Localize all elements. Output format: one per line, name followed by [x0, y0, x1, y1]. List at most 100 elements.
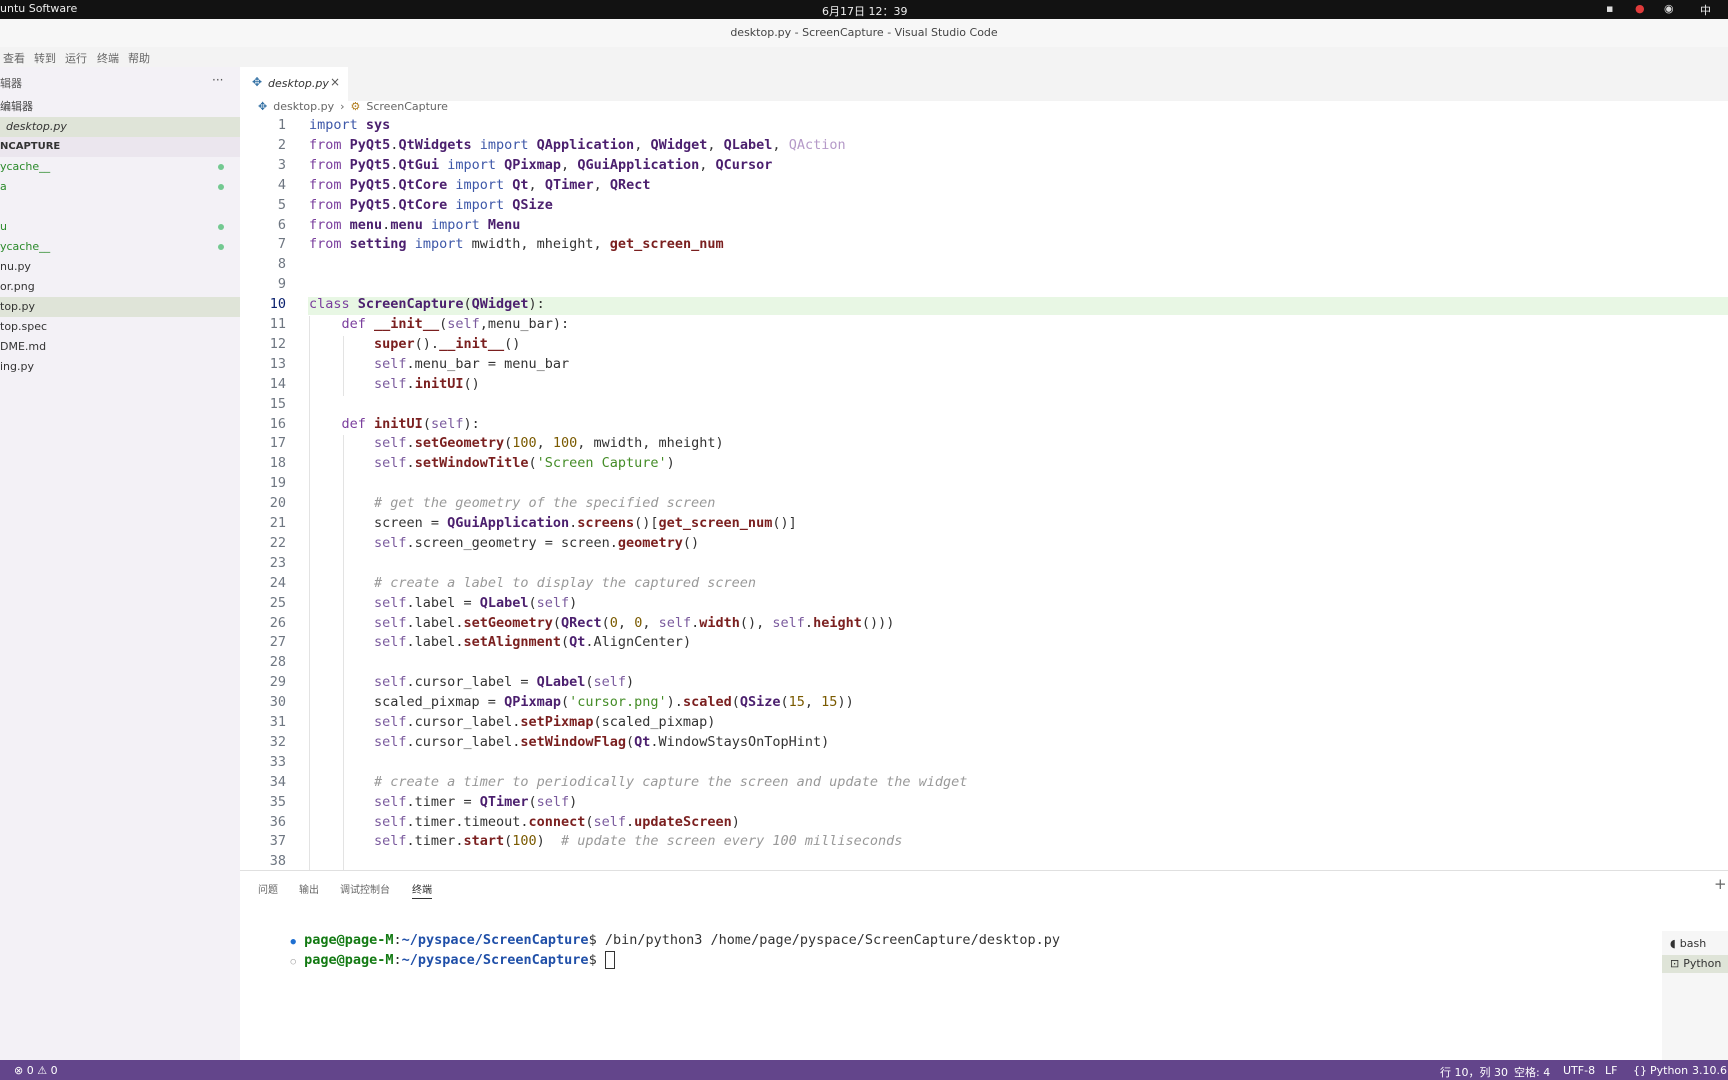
python-version[interactable]: 3.10.6	[1692, 1064, 1727, 1077]
line-number[interactable]: 16	[240, 416, 286, 432]
line-number[interactable]: 20	[240, 495, 286, 511]
network-icon[interactable]: ◉	[1664, 2, 1674, 15]
line-number[interactable]: 14	[240, 376, 286, 392]
code-line[interactable]: screen = QGuiApplication.screens()[get_s…	[309, 515, 797, 531]
code-line[interactable]: self.timer = QTimer(self)	[309, 794, 577, 810]
line-number[interactable]: 5	[240, 197, 286, 213]
code-line[interactable]: # create a timer to periodically capture…	[309, 774, 967, 790]
code-line[interactable]: from PyQt5.QtCore import Qt, QTimer, QRe…	[309, 177, 651, 193]
file-tree-item[interactable]: top.spec	[0, 317, 240, 337]
line-number[interactable]: 12	[240, 336, 286, 352]
line-number[interactable]: 10	[240, 296, 286, 312]
code-line[interactable]: self.cursor_label.setPixmap(scaled_pixma…	[309, 714, 715, 730]
line-number[interactable]: 28	[240, 654, 286, 670]
file-tree-item[interactable]: DME.md	[0, 337, 240, 357]
terminal-item-bash[interactable]: ◖ bash	[1662, 935, 1728, 953]
file-tree-item[interactable]: ycache__	[0, 237, 240, 257]
line-number[interactable]: 9	[240, 276, 286, 292]
line-number[interactable]: 25	[240, 595, 286, 611]
line-number[interactable]: 19	[240, 475, 286, 491]
file-tree-item[interactable]: ing.py	[0, 357, 240, 377]
line-number[interactable]: 13	[240, 356, 286, 372]
line-number[interactable]: 24	[240, 575, 286, 591]
line-number[interactable]: 27	[240, 634, 286, 650]
code-line[interactable]: self.cursor_label.setWindowFlag(Qt.Windo…	[309, 734, 829, 750]
code-line[interactable]: import sys	[309, 117, 390, 133]
code-line[interactable]: self.timer.start(100) # update the scree…	[309, 833, 902, 849]
code-line[interactable]: self.setWindowTitle('Screen Capture')	[309, 455, 675, 471]
line-number[interactable]: 11	[240, 316, 286, 332]
cursor-position[interactable]: 行 10，列 30	[1440, 1064, 1508, 1080]
menu-run[interactable]: 运行	[65, 50, 87, 66]
code-line[interactable]: # create a label to display the captured…	[309, 575, 756, 591]
line-number[interactable]: 33	[240, 754, 286, 770]
more-actions-icon[interactable]: ···	[212, 73, 223, 87]
code-line[interactable]: self.screen_geometry = screen.geometry()	[309, 535, 699, 551]
code-line[interactable]: from PyQt5.QtWidgets import QApplication…	[309, 137, 846, 153]
code-line[interactable]: from PyQt5.QtCore import QSize	[309, 197, 553, 213]
tab-problems[interactable]: 问题	[258, 881, 278, 896]
line-number[interactable]: 4	[240, 177, 286, 193]
code-line[interactable]: def initUI(self):	[309, 416, 480, 432]
line-number[interactable]: 34	[240, 774, 286, 790]
notification-icon[interactable]: ▪	[1606, 2, 1613, 15]
line-number[interactable]: 30	[240, 694, 286, 710]
line-number[interactable]: 6	[240, 217, 286, 233]
file-tree-item[interactable]: a	[0, 177, 240, 197]
breadcrumb-file[interactable]: desktop.py	[273, 100, 334, 113]
line-number[interactable]: 8	[240, 256, 286, 272]
code-line[interactable]: from menu.menu import Menu	[309, 217, 520, 233]
file-tree-item[interactable]: ycache__	[0, 157, 240, 177]
line-number[interactable]: 37	[240, 833, 286, 849]
file-tree-item[interactable]: u	[0, 217, 240, 237]
end-of-line[interactable]: LF	[1605, 1064, 1617, 1077]
line-number[interactable]: 31	[240, 714, 286, 730]
line-number[interactable]: 22	[240, 535, 286, 551]
code-line[interactable]: scaled_pixmap = QPixmap('cursor.png').sc…	[309, 694, 854, 710]
menu-help[interactable]: 帮助	[128, 50, 150, 66]
open-editor-item[interactable]: desktop.py	[0, 117, 240, 137]
line-number[interactable]: 35	[240, 794, 286, 810]
line-number[interactable]: 2	[240, 137, 286, 153]
breadcrumb-symbol[interactable]: ScreenCapture	[366, 100, 448, 113]
code-line[interactable]: def __init__(self,menu_bar):	[309, 316, 570, 332]
line-number[interactable]: 32	[240, 734, 286, 750]
code-line[interactable]: class ScreenCapture(QWidget):	[309, 296, 545, 312]
file-tree-item[interactable]: nu.py	[0, 257, 240, 277]
line-number[interactable]: 7	[240, 236, 286, 252]
menu-go[interactable]: 转到	[34, 50, 56, 66]
line-number[interactable]: 17	[240, 435, 286, 451]
code-line[interactable]: from PyQt5.QtGui import QPixmap, QGuiApp…	[309, 157, 772, 173]
code-line[interactable]: self.menu_bar = menu_bar	[309, 356, 569, 372]
file-tree-item[interactable]: top.py	[0, 297, 240, 317]
tab-output[interactable]: 输出	[299, 881, 319, 896]
code-line[interactable]: self.initUI()	[309, 376, 480, 392]
tab-terminal[interactable]: 终端	[412, 881, 432, 899]
menu-view[interactable]: 查看	[3, 50, 25, 66]
menu-terminal[interactable]: 终端	[97, 50, 119, 66]
file-tree-item[interactable]: or.png	[0, 277, 240, 297]
file-tree-item[interactable]	[0, 197, 240, 217]
line-number[interactable]: 3	[240, 157, 286, 173]
app-tray-icon[interactable]: ●	[1635, 2, 1645, 15]
code-line[interactable]: self.label.setAlignment(Qt.AlignCenter)	[309, 634, 691, 650]
open-editors-section[interactable]: 编辑器	[0, 97, 240, 117]
project-section[interactable]: NCAPTURE	[0, 137, 240, 157]
clock[interactable]: 6月17日 12：39	[822, 3, 908, 19]
line-number[interactable]: 26	[240, 615, 286, 631]
code-line[interactable]: self.cursor_label = QLabel(self)	[309, 674, 634, 690]
input-method-indicator[interactable]: 中	[1700, 2, 1711, 18]
add-terminal-icon[interactable]: +	[1714, 875, 1727, 893]
activities-app-label[interactable]: untu Software	[0, 2, 77, 15]
tab-debug-console[interactable]: 调试控制台	[340, 881, 390, 896]
code-line[interactable]: self.label.setGeometry(QRect(0, 0, self.…	[309, 615, 894, 631]
line-number[interactable]: 38	[240, 853, 286, 869]
code-line[interactable]: self.label = QLabel(self)	[309, 595, 577, 611]
line-number[interactable]: 21	[240, 515, 286, 531]
line-number[interactable]: 23	[240, 555, 286, 571]
code-line[interactable]: super().__init__()	[309, 336, 520, 352]
terminal-line[interactable]: ○ page@page-M:~/pyspace/ScreenCapture$	[258, 935, 615, 985]
terminal-item-python[interactable]: ⊡ Python	[1662, 955, 1728, 973]
code-editor[interactable]: 1 import sys 2 from PyQt5.QtWidgets import …	[240, 117, 1728, 874]
code-line[interactable]: self.setGeometry(100, 100, mwidth, mheig…	[309, 435, 724, 451]
